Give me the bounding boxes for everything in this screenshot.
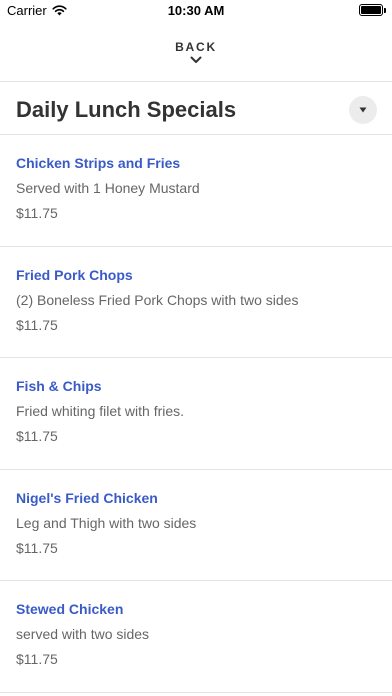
chevron-down-icon xyxy=(190,56,202,63)
item-description: Served with 1 Honey Mustard xyxy=(16,180,200,196)
menu-item[interactable]: Nigel's Fried Chicken Leg and Thigh with … xyxy=(0,470,392,581)
back-button[interactable]: BACK xyxy=(0,36,392,72)
item-description: Fried whiting filet with fries. xyxy=(16,403,185,419)
item-description: (2) Boneless Fried Pork Chops with two s… xyxy=(16,291,299,308)
section-dropdown-button[interactable] xyxy=(349,96,377,124)
caret-down-icon xyxy=(359,107,367,113)
status-time: 10:30 AM xyxy=(167,3,225,18)
item-description: served with two sides xyxy=(16,626,150,642)
battery-icon xyxy=(359,4,386,16)
item-price: $11.75 xyxy=(16,316,58,333)
item-price: $11.75 xyxy=(16,205,58,221)
item-description: Leg and Thigh with two sides xyxy=(16,514,197,531)
item-price: $11.75 xyxy=(16,651,58,667)
menu-item[interactable]: Stewed Chicken served with two sides $11.7… xyxy=(0,581,392,693)
menu-item[interactable]: Fried Pork Chops (2) Boneless Fried Pork … xyxy=(0,247,392,358)
battery-tip xyxy=(384,8,386,13)
item-name: Fish & Chips xyxy=(16,378,102,394)
item-name: Stewed Chicken xyxy=(16,601,124,617)
battery-level xyxy=(361,6,381,14)
item-name: Nigel's Fried Chicken xyxy=(16,489,158,506)
menu-item[interactable]: Chicken Strips and Fries Served with 1 Ho… xyxy=(0,135,392,247)
back-label: BACK xyxy=(175,40,217,54)
item-price: $11.75 xyxy=(16,539,58,556)
status-bar: Carrier 10:30 AM xyxy=(0,0,392,22)
menu-item[interactable]: Fish & Chips Fried whiting filet with fri… xyxy=(0,358,392,470)
item-price: $11.75 xyxy=(16,428,58,444)
menu-list: Chicken Strips and Fries Served with 1 Ho… xyxy=(0,135,392,693)
section-header: Daily Lunch Specials xyxy=(0,82,392,135)
item-name: Chicken Strips and Fries xyxy=(16,155,181,171)
page-title: Daily Lunch Specials xyxy=(16,97,237,122)
item-name: Fried Pork Chops xyxy=(16,266,133,283)
